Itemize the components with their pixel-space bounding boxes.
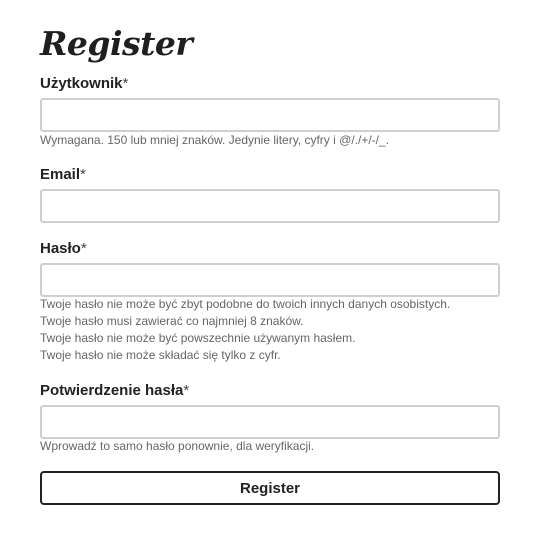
username-input[interactable] <box>40 98 500 132</box>
username-help: Wymagana. 150 lub mniej znaków. Jedynie … <box>40 132 389 149</box>
password-help-line: Twoje hasło nie może być zbyt podobne do… <box>40 297 451 311</box>
password-input[interactable] <box>40 263 500 297</box>
username-help-line: Wymagana. 150 lub mniej znaków. Jedynie … <box>40 133 389 147</box>
required-asterisk: * <box>122 75 129 92</box>
email-input[interactable] <box>40 189 500 223</box>
register-button[interactable]: Register <box>40 471 500 505</box>
email-label: Email* <box>40 166 86 184</box>
password-help: Twoje hasło nie może być zbyt podobne do… <box>40 296 450 364</box>
password-confirm-label: Potwierdzenie hasła* <box>40 382 189 400</box>
password-confirm-input[interactable] <box>40 405 500 439</box>
password-label: Hasło* <box>40 240 87 258</box>
required-asterisk: * <box>80 240 87 257</box>
password-help-line: Twoje hasło musi zawierać co najmniej 8 … <box>40 314 304 328</box>
username-label: Użytkownik* <box>40 75 128 93</box>
required-asterisk: * <box>80 166 86 183</box>
required-asterisk: * <box>183 382 190 399</box>
password-label-text: Hasło <box>40 240 81 257</box>
email-label-text: Email <box>40 166 81 183</box>
password-help-line: Twoje hasło nie może być powszechnie uży… <box>40 331 356 345</box>
password-confirm-help-line: Wprowadź to samo hasło ponownie, dla wer… <box>40 439 315 453</box>
password-help-line: Twoje hasło nie może składać się tylko z… <box>40 348 281 362</box>
page-title: Register <box>40 24 193 63</box>
username-label-text: Użytkownik <box>40 75 123 92</box>
password-confirm-label-text: Potwierdzenie hasła <box>40 382 184 399</box>
password-confirm-help: Wprowadź to samo hasło ponownie, dla wer… <box>40 438 314 455</box>
